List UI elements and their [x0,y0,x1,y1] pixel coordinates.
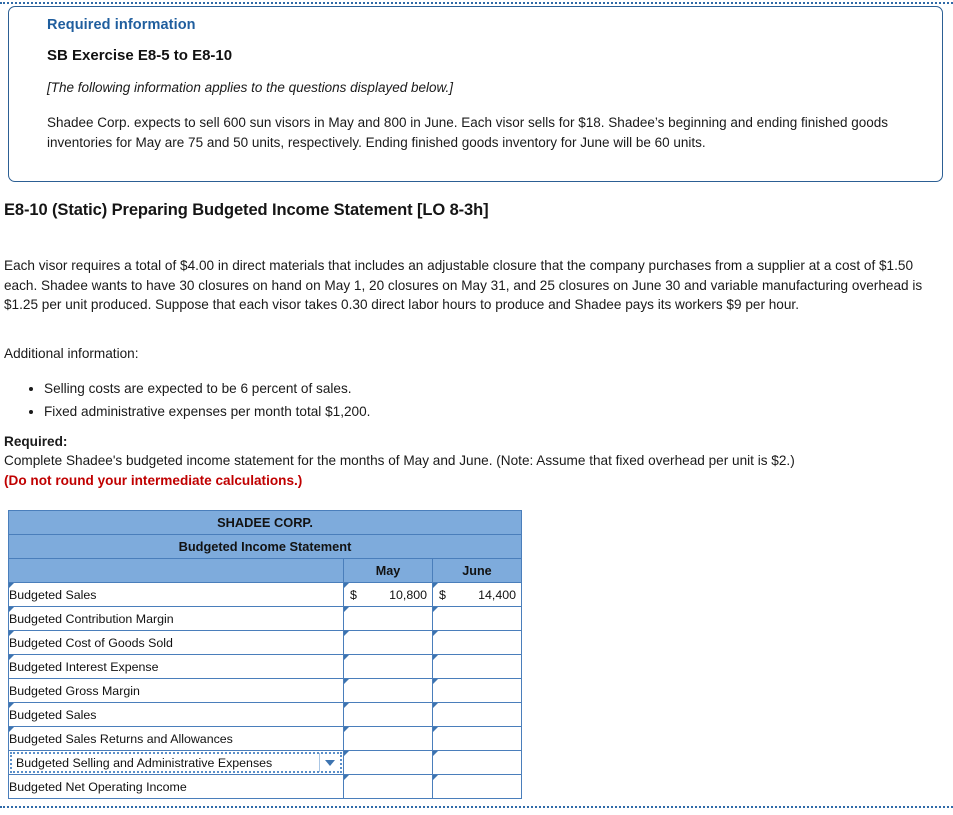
required-information-panel: Required information SB Exercise E8-5 to… [8,6,943,182]
required-instruction-text: Complete Shadee's budgeted income statem… [4,453,795,469]
row-label-text: Budgeted Interest Expense [9,659,159,674]
cell-june-interest-expense[interactable] [432,654,522,679]
cell-marker-icon [433,607,438,612]
exercise-range-subheading: SB Exercise E8-5 to E8-10 [47,47,233,64]
cell-marker-icon [433,703,438,708]
chevron-down-icon[interactable] [320,759,340,766]
row-label-dropdown-selling-admin[interactable]: Budgeted Selling and Administrative Expe… [8,750,344,775]
row-label-text: Budgeted Cost of Goods Sold [9,635,173,650]
row-label-budgeted-contribution-margin[interactable]: Budgeted Contribution Margin [8,606,344,631]
budgeted-income-statement-table: SHADEE CORP. Budgeted Income Statement M… [8,510,522,799]
cell-marker-icon [344,655,349,660]
cell-value: 10,800 [389,587,427,602]
cell-marker-icon [344,631,349,636]
row-label-text: Budgeted Sales Returns and Allowances [9,731,233,746]
row-label-budgeted-sales-returns[interactable]: Budgeted Sales Returns and Allowances [8,726,344,751]
table-title-row: SHADEE CORP. [8,510,522,535]
row-label-budgeted-sales-2[interactable]: Budgeted Sales [8,702,344,727]
table-row: Budgeted Contribution Margin [8,606,522,631]
cell-marker-icon [433,775,438,780]
cell-june-gross-margin[interactable] [432,678,522,703]
row-label-budgeted-cogs[interactable]: Budgeted Cost of Goods Sold [8,630,344,655]
table-row: Budgeted Sales [8,702,522,727]
required-information-heading: Required information [47,17,196,33]
row-label-text: Budgeted Sales [9,707,97,722]
cell-marker-icon [433,655,438,660]
cell-may-budgeted-sales-2[interactable] [343,702,433,727]
cell-value: 14,400 [478,587,516,602]
cell-may-interest-expense[interactable] [343,654,433,679]
cell-june-budgeted-sales-2[interactable] [432,702,522,727]
cell-marker-icon [344,703,349,708]
row-label-text: Budgeted Sales [9,587,97,602]
row-label-text: Budgeted Net Operating Income [9,779,187,794]
cell-may-gross-margin[interactable] [343,678,433,703]
additional-information-label: Additional information: [4,346,139,361]
header-blank-cell [8,558,344,583]
cell-june-net-operating-income[interactable] [432,774,522,799]
cell-may-selling-admin[interactable] [343,750,433,775]
cell-marker-icon [433,727,438,732]
table-row: Budgeted Selling and Administrative Expe… [8,750,522,775]
cell-marker-icon [344,607,349,612]
statement-title-cell: Budgeted Income Statement [8,534,522,559]
cell-marker-icon [344,727,349,732]
row-label-budgeted-sales-1[interactable]: Budgeted Sales [8,582,344,607]
cell-may-sales-returns[interactable] [343,726,433,751]
rounding-warning-text: (Do not round your intermediate calculat… [4,472,303,488]
exercise-description-paragraph: Each visor requires a total of $4.00 in … [4,258,923,313]
applies-to-note: [The following information applies to th… [47,80,453,95]
table-row: Budgeted Interest Expense [8,654,522,679]
table-header-row: May June [8,558,522,583]
cell-marker-icon [433,679,438,684]
cell-may-budgeted-sales-1[interactable]: $ 10,800 [343,582,433,607]
cell-may-net-operating-income[interactable] [343,774,433,799]
table-row: Budgeted Net Operating Income [8,774,522,799]
row-label-budgeted-net-operating-income[interactable]: Budgeted Net Operating Income [8,774,344,799]
cell-marker-icon [433,751,438,756]
cell-marker-icon [344,775,349,780]
row-label-budgeted-gross-margin[interactable]: Budgeted Gross Margin [8,678,344,703]
cell-june-budgeted-sales-1[interactable]: $ 14,400 [432,582,522,607]
cell-marker-icon [433,631,438,636]
table-row: Budgeted Cost of Goods Sold [8,630,522,655]
page-top-divider [0,2,953,4]
table-subtitle-row: Budgeted Income Statement [8,534,522,559]
row-label-text: Budgeted Contribution Margin [9,611,174,626]
required-instructions: Required: Complete Shadee's budgeted inc… [4,432,795,490]
cell-marker-icon [344,679,349,684]
header-may-cell: May [343,558,433,583]
page-bottom-divider [0,806,953,808]
table-row: Budgeted Sales $ 10,800 $ 14,400 [8,582,522,607]
currency-symbol: $ [350,587,357,602]
company-name-cell: SHADEE CORP. [8,510,522,535]
row-label-text: Budgeted Gross Margin [9,683,140,698]
cell-june-sales-returns[interactable] [432,726,522,751]
currency-symbol: $ [439,587,446,602]
table-row: Budgeted Sales Returns and Allowances [8,726,522,751]
cell-may-contribution-margin[interactable] [343,606,433,631]
table-row: Budgeted Gross Margin [8,678,522,703]
additional-information-list: Selling costs are expected to be 6 perce… [4,378,370,424]
cell-june-cogs[interactable] [432,630,522,655]
page-title: E8-10 (Static) Preparing Budgeted Income… [4,201,489,219]
scenario-body-text: Shadee Corp. expects to sell 600 sun vis… [47,115,889,150]
cell-june-contribution-margin[interactable] [432,606,522,631]
cell-may-cogs[interactable] [343,630,433,655]
row-label-budgeted-interest-expense[interactable]: Budgeted Interest Expense [8,654,344,679]
required-label: Required: [4,434,68,449]
cell-marker-icon [344,751,349,756]
header-june-cell: June [432,558,522,583]
dropdown-selected-value: Budgeted Selling and Administrative Expe… [16,755,273,770]
cell-june-selling-admin[interactable] [432,750,522,775]
account-select-dropdown[interactable]: Budgeted Selling and Administrative Expe… [10,752,342,773]
budgeted-income-statement-table-wrapper: SHADEE CORP. Budgeted Income Statement M… [8,510,522,799]
list-item: Fixed administrative expenses per month … [44,401,370,422]
list-item: Selling costs are expected to be 6 perce… [44,378,370,399]
